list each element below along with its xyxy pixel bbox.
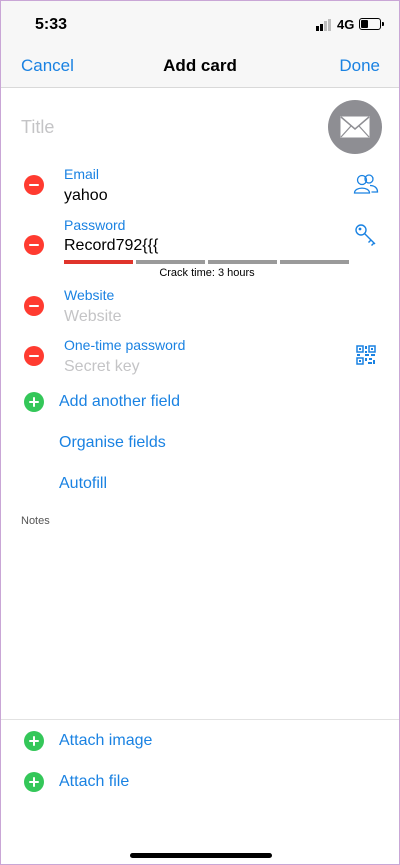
network-type: 4G (337, 17, 355, 32)
card-icon-button[interactable] (328, 100, 382, 154)
home-indicator (130, 853, 272, 858)
nav-bar: Cancel Add card Done (1, 45, 399, 88)
attach-image-button[interactable]: Attach image (59, 732, 152, 750)
battery-icon (359, 18, 384, 30)
title-input[interactable]: Title (21, 117, 54, 138)
status-time: 5:33 (35, 16, 68, 33)
password-strength-meter (64, 260, 350, 264)
remove-email-button[interactable] (24, 175, 44, 195)
add-another-field-button[interactable]: Add another field (59, 393, 180, 411)
remove-password-button[interactable] (24, 235, 44, 255)
attach-file-icon[interactable] (24, 772, 44, 792)
signal-icon (316, 19, 332, 31)
organise-fields-button[interactable]: Organise fields (59, 434, 166, 452)
attach-file-button[interactable]: Attach file (59, 773, 129, 791)
contacts-icon[interactable] (353, 173, 379, 195)
password-label: Password (64, 217, 126, 233)
divider (1, 719, 399, 720)
email-label: Email (64, 166, 100, 182)
status-bar: 5:33 4G (1, 1, 399, 45)
website-field[interactable]: Website (64, 308, 122, 326)
notes-textarea[interactable] (21, 533, 381, 713)
add-field-icon[interactable] (24, 392, 44, 412)
qr-code-icon[interactable] (356, 345, 376, 365)
notes-label: Notes (21, 515, 50, 527)
autofill-button[interactable]: Autofill (59, 475, 107, 493)
screen: 5:33 4G Cancel Add card Done Title Email… (0, 0, 400, 865)
secret-key-field[interactable]: Secret key (64, 358, 140, 376)
done-button[interactable]: Done (339, 56, 380, 76)
envelope-icon (340, 116, 370, 138)
email-field[interactable]: yahoo (64, 187, 108, 205)
crack-time: Crack time: 3 hours (159, 267, 255, 279)
remove-website-button[interactable] (24, 296, 44, 316)
remove-otp-button[interactable] (24, 346, 44, 366)
website-label: Website (64, 287, 115, 303)
attach-image-icon[interactable] (24, 731, 44, 751)
otp-label: One-time password (64, 337, 186, 353)
password-field[interactable]: Record792{{{ (64, 237, 158, 255)
key-icon[interactable] (354, 223, 378, 247)
